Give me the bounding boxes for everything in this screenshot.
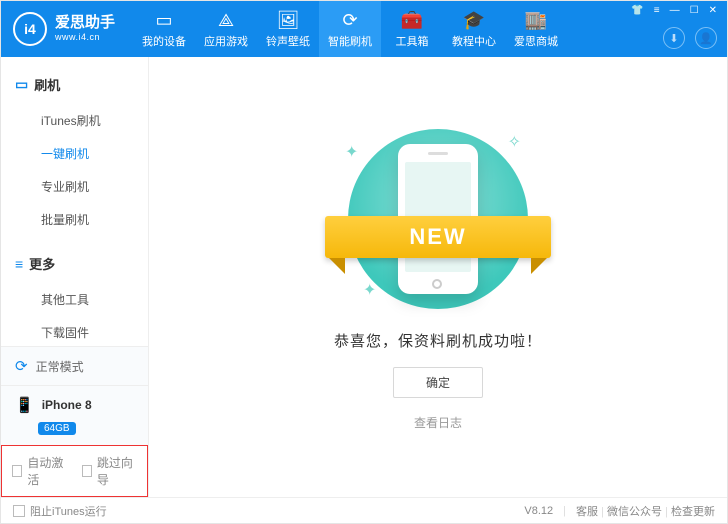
minimize-icon[interactable]: —	[670, 5, 680, 16]
illus-phone-home	[432, 279, 442, 289]
nav-my-device-icon: ▭	[156, 10, 173, 31]
nav-tutorial[interactable]: 🎓 教程中心	[443, 1, 505, 57]
block-itunes-checkbox[interactable]: 阻止iTunes运行	[13, 503, 107, 519]
footer-links: 客服 | 微信公众号 | 检查更新	[576, 503, 715, 519]
sidebar-item[interactable]: 下载固件	[1, 316, 148, 345]
device-mode-label: 正常模式	[36, 358, 84, 375]
device-row[interactable]: 📱 iPhone 8 64GB	[1, 385, 148, 445]
top-nav: ▭ 我的设备 ⟁ 应用游戏 🖼 铃声壁纸 ⟳ 智能刷机 🧰 工具箱 🎓 教程中心 🏬 爱思商城	[133, 1, 567, 57]
footer-link[interactable]: 检查更新	[671, 506, 715, 518]
nav-label: 应用游戏	[204, 33, 248, 49]
group-title: 更多	[29, 254, 55, 273]
sidebar-item[interactable]: 一键刷机	[1, 137, 148, 170]
brand-name: 爱思助手	[55, 15, 115, 31]
nav-ringtone-icon: 🖼	[277, 10, 300, 31]
feedback-icon[interactable]: 👕	[631, 5, 643, 16]
checkbox-icon	[12, 465, 22, 477]
phone-icon: 📱	[15, 396, 34, 414]
sidebar-item[interactable]: iTunes刷机	[1, 104, 148, 137]
opt-auto-activate[interactable]: 自动激活	[12, 454, 68, 488]
brand-text: 爱思助手 www.i4.cn	[55, 15, 115, 43]
ribbon-text: NEW	[325, 216, 551, 258]
block-itunes-label: 阻止iTunes运行	[30, 503, 107, 519]
app-window: i4 爱思助手 www.i4.cn ▭ 我的设备 ⟁ 应用游戏 🖼 铃声壁纸 ⟳ 智能刷机 🧰 工…	[0, 0, 728, 524]
footer-link[interactable]: 微信公众号	[607, 506, 662, 518]
sidebar-group: ▭ 刷机 iTunes刷机一键刷机专业刷机批量刷机	[1, 57, 148, 236]
sidebar: ▭刷机iTunes刷机一键刷机专业刷机批量刷机≡更多其他工具下载固件高级功能 ⟳…	[1, 57, 149, 497]
sidebar-group: ≡更多其他工具下载固件高级功能	[1, 236, 148, 345]
nav-toolbox-icon: 🧰	[401, 10, 423, 31]
flash-options-row: 自动激活跳过向导	[1, 445, 148, 497]
view-log-link[interactable]: 查看日志	[414, 414, 462, 431]
illus-ribbon: NEW	[325, 216, 551, 272]
success-illustration: ✦ ✧ ✦ NEW	[333, 124, 543, 314]
sidebar-group-header[interactable]: ▭ 刷机	[1, 71, 148, 104]
sparkle-icon: ✦	[363, 280, 376, 300]
nav-flash[interactable]: ⟳ 智能刷机	[319, 1, 381, 57]
close-icon[interactable]: ✕	[709, 5, 717, 16]
nav-label: 智能刷机	[328, 33, 372, 49]
nav-label: 铃声壁纸	[266, 33, 310, 49]
checkbox-icon	[13, 505, 25, 517]
nav-label: 教程中心	[452, 33, 496, 49]
body: ▭刷机iTunes刷机一键刷机专业刷机批量刷机≡更多其他工具下载固件高级功能 ⟳…	[1, 57, 727, 497]
checkbox-icon	[82, 465, 92, 477]
status-bar: 阻止iTunes运行 V8.12 | 客服 | 微信公众号 | 检查更新	[1, 497, 727, 523]
group-icon: ▭	[15, 76, 28, 93]
sparkle-icon: ✧	[508, 132, 521, 152]
sidebar-item[interactable]: 其他工具	[1, 283, 148, 316]
checkbox-label: 跳过向导	[97, 454, 137, 488]
account-button[interactable]: 👤	[695, 27, 717, 49]
opt-skip-guide[interactable]: 跳过向导	[82, 454, 138, 488]
brand-area: i4 爱思助手 www.i4.cn	[1, 12, 133, 46]
nav-toolbox[interactable]: 🧰 工具箱	[381, 1, 443, 57]
nav-store-icon: 🏬	[525, 10, 547, 31]
group-title: 刷机	[34, 75, 60, 94]
device-name: iPhone 8	[42, 398, 92, 412]
separator: |	[662, 506, 671, 518]
sidebar-scroll: ▭刷机iTunes刷机一键刷机专业刷机批量刷机≡更多其他工具下载固件高级功能	[1, 57, 148, 345]
window-controls: 👕 ≡ — ☐ ✕	[631, 5, 717, 16]
maximize-icon[interactable]: ☐	[690, 5, 699, 16]
nav-store[interactable]: 🏬 爱思商城	[505, 1, 567, 57]
checkbox-label: 自动激活	[27, 454, 67, 488]
illus-phone-speaker	[428, 152, 448, 155]
ok-button[interactable]: 确定	[393, 367, 483, 398]
device-mode-row[interactable]: ⟳ 正常模式	[1, 346, 148, 385]
success-message: 恭喜您，保资料刷机成功啦！	[334, 330, 542, 351]
header-right: 👕 ≡ — ☐ ✕ ⬇ 👤	[631, 1, 727, 57]
nav-apps[interactable]: ⟁ 应用游戏	[195, 1, 257, 57]
separator: |	[598, 506, 607, 518]
main-pane: ✦ ✧ ✦ NEW 恭喜您，保资料刷机成功啦！ 确定 查看日志	[149, 57, 727, 497]
ribbon-tail-right	[531, 258, 547, 274]
nav-label: 爱思商城	[514, 33, 558, 49]
download-manager-button[interactable]: ⬇	[663, 27, 685, 49]
separator: |	[563, 505, 566, 517]
group-icon: ≡	[15, 256, 23, 272]
nav-label: 工具箱	[396, 33, 429, 49]
nav-label: 我的设备	[142, 33, 186, 49]
nav-apps-icon: ⟁	[218, 10, 234, 31]
sparkle-icon: ✦	[345, 142, 358, 162]
refresh-icon: ⟳	[15, 357, 28, 375]
nav-my-device[interactable]: ▭ 我的设备	[133, 1, 195, 57]
ribbon-tail-left	[329, 258, 345, 274]
version-label: V8.12	[524, 505, 553, 517]
nav-ringtone[interactable]: 🖼 铃声壁纸	[257, 1, 319, 57]
sidebar-group-header[interactable]: ≡ 更多	[1, 250, 148, 283]
sidebar-item[interactable]: 批量刷机	[1, 203, 148, 236]
brand-url: www.i4.cn	[55, 31, 115, 43]
app-header: i4 爱思助手 www.i4.cn ▭ 我的设备 ⟁ 应用游戏 🖼 铃声壁纸 ⟳ 智能刷机 🧰 工…	[1, 1, 727, 57]
footer-link[interactable]: 客服	[576, 506, 598, 518]
user-controls: ⬇ 👤	[663, 27, 717, 49]
nav-tutorial-icon: 🎓	[463, 10, 485, 31]
menu-icon[interactable]: ≡	[654, 5, 660, 16]
nav-flash-icon: ⟳	[342, 10, 357, 31]
sidebar-bottom: ⟳ 正常模式 📱 iPhone 8 64GB 自动激活跳过向导	[1, 345, 148, 497]
device-storage-badge: 64GB	[38, 422, 76, 435]
sidebar-item[interactable]: 专业刷机	[1, 170, 148, 203]
brand-logo-icon: i4	[13, 12, 47, 46]
